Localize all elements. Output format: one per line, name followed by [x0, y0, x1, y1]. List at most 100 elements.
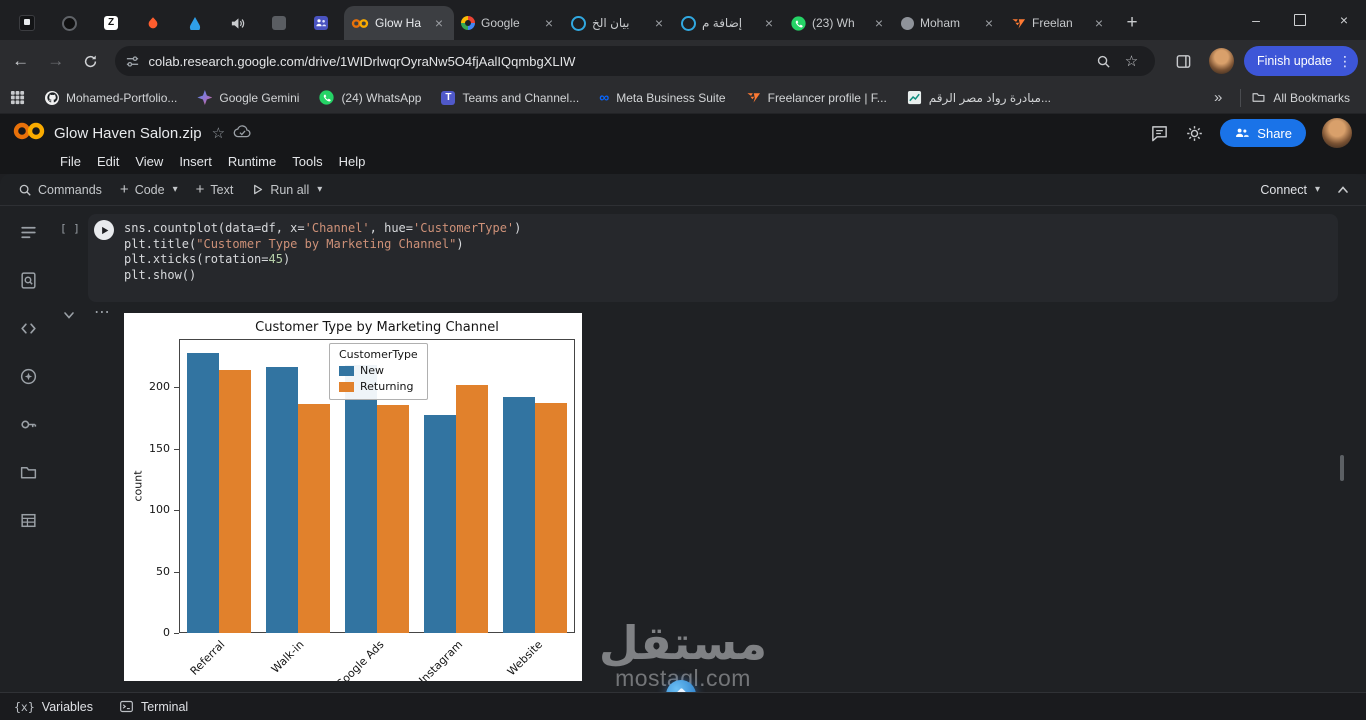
menu-file[interactable]: File: [52, 152, 89, 171]
add-text-button[interactable]: + Text: [196, 181, 234, 198]
code-line[interactable]: plt.show(): [124, 268, 521, 284]
share-button[interactable]: Share: [1220, 119, 1306, 147]
chevron-down-icon[interactable]: ▾: [173, 184, 178, 195]
cloud-saved-icon[interactable]: [233, 123, 252, 143]
close-button[interactable]: ×: [1322, 0, 1366, 40]
tab-inactive[interactable]: Moham×: [894, 6, 1004, 40]
terminal-icon: [119, 699, 134, 714]
tab-inactive[interactable]: إضافة م×: [674, 6, 784, 40]
pinned-tab[interactable]: [48, 6, 90, 40]
tab-close-icon[interactable]: ×: [871, 16, 887, 30]
chevron-down-icon: [62, 308, 76, 322]
comments-button[interactable]: [1150, 124, 1169, 143]
tab-inactive[interactable]: Google×: [454, 6, 564, 40]
sidebar-find-and-replace-button[interactable]: [12, 264, 44, 296]
pinned-tab[interactable]: Z: [90, 6, 132, 40]
pinned-tab[interactable]: [216, 6, 258, 40]
sidebar-code-snippets-button[interactable]: [12, 312, 44, 344]
bookmark-label: Teams and Channel...: [462, 91, 579, 105]
bar-returning-referral: [219, 370, 251, 633]
code-line[interactable]: plt.title("Customer Type by Marketing Ch…: [124, 237, 521, 253]
connect-button[interactable]: Connect ▾: [1260, 183, 1320, 197]
tab-close-icon[interactable]: ×: [981, 16, 997, 30]
chevron-down-icon[interactable]: ▾: [1315, 184, 1320, 195]
bookmark-star-icon[interactable]: ☆: [1117, 47, 1145, 75]
bookmark-label: Freelancer profile | F...: [768, 91, 887, 105]
bookmark-item[interactable]: Freelancer profile | F...: [746, 90, 887, 105]
sidebar-data-table-button[interactable]: [12, 504, 44, 536]
pinned-tab[interactable]: [6, 6, 48, 40]
cell-execution-indicator: [ ]: [60, 222, 80, 235]
bookmark-item[interactable]: ∞Meta Business Suite: [599, 90, 725, 105]
omnibox[interactable]: colab.research.google.com/drive/1WIDrlwq…: [115, 46, 1155, 76]
variables-button[interactable]: {x} Variables: [14, 700, 93, 714]
update-menu-dots-icon[interactable]: ⋮: [1338, 53, 1352, 70]
code-line[interactable]: sns.countplot(data=df, x='Channel', hue=…: [124, 221, 521, 237]
tab-inactive[interactable]: Freelan×: [1004, 6, 1114, 40]
terminal-button[interactable]: Terminal: [119, 699, 188, 714]
menu-tools[interactable]: Tools: [284, 152, 330, 171]
tab-active[interactable]: Glow Ha ×: [344, 6, 454, 40]
scrollbar-thumb[interactable]: [1340, 455, 1344, 481]
settings-button[interactable]: [1185, 124, 1204, 143]
apps-grid-icon[interactable]: [10, 90, 25, 105]
zoom-icon[interactable]: [1089, 47, 1117, 75]
tab-close-icon[interactable]: ×: [651, 16, 667, 30]
back-button[interactable]: ←: [6, 46, 35, 76]
pinned-tab[interactable]: [174, 6, 216, 40]
new-tab-button[interactable]: +: [1118, 9, 1146, 37]
chevron-down-icon[interactable]: ▾: [317, 184, 322, 195]
menu-view[interactable]: View: [127, 152, 171, 171]
commands-button[interactable]: Commands: [18, 183, 102, 197]
run-all-button[interactable]: Run all ▾: [251, 183, 322, 197]
minimize-button[interactable]: –: [1234, 0, 1278, 40]
site-info-icon[interactable]: [125, 54, 140, 69]
sidebar-files-button[interactable]: [12, 456, 44, 488]
star-notebook-icon[interactable]: ☆: [212, 124, 225, 142]
tab-close-icon[interactable]: ×: [431, 16, 447, 30]
bookmarks-overflow-chevron[interactable]: »: [1206, 89, 1230, 106]
menu-edit[interactable]: Edit: [89, 152, 127, 171]
run-cell-button[interactable]: [94, 220, 114, 240]
colab-logo[interactable]: [12, 120, 46, 147]
sidebar-variable-inspector-button[interactable]: [12, 360, 44, 392]
sidebar-secrets-button[interactable]: [12, 408, 44, 440]
collapse-output-button[interactable]: [62, 308, 76, 327]
pinned-tab[interactable]: [300, 6, 342, 40]
notebook-title[interactable]: Glow Haven Salon.zip: [54, 125, 202, 142]
variable-inspector-icon: [19, 367, 38, 386]
all-bookmarks-button[interactable]: All Bookmarks: [1251, 90, 1350, 105]
output-menu-button[interactable]: ⋯: [94, 302, 111, 322]
pinned-tab[interactable]: [132, 6, 174, 40]
sidebar-table-of-contents-button[interactable]: [12, 216, 44, 248]
maximize-button[interactable]: [1278, 0, 1322, 40]
tab-close-icon[interactable]: ×: [1091, 16, 1107, 30]
finish-update-button[interactable]: Finish update ⋮: [1244, 46, 1358, 76]
code-line[interactable]: plt.xticks(rotation=45): [124, 252, 521, 268]
tab-inactive[interactable]: (23) Wh×: [784, 6, 894, 40]
bookmark-item[interactable]: TTeams and Channel...: [441, 91, 579, 105]
bar-new-instagram: [424, 415, 456, 633]
github-favicon-icon: [45, 91, 59, 105]
bookmark-item[interactable]: مبادرة رواد مصر الرقم...: [907, 90, 1051, 105]
menu-insert[interactable]: Insert: [171, 152, 220, 171]
forward-button[interactable]: →: [41, 46, 70, 76]
pinned-tab[interactable]: [258, 6, 300, 40]
tab-close-icon[interactable]: ×: [541, 16, 557, 30]
colab-profile-avatar[interactable]: [1322, 118, 1352, 148]
tab-label: Glow Ha: [375, 16, 425, 30]
side-panel-button[interactable]: [1169, 47, 1196, 75]
tab-close-icon[interactable]: ×: [761, 16, 777, 30]
menu-runtime[interactable]: Runtime: [220, 152, 284, 171]
tab-inactive[interactable]: بيان الخ×: [564, 6, 674, 40]
collapse-header-button[interactable]: [1336, 183, 1350, 197]
colab-header: Glow Haven Salon.zip ☆ Share FileEditVie…: [0, 114, 1366, 174]
refresh-button[interactable]: [76, 46, 105, 76]
menu-help[interactable]: Help: [331, 152, 374, 171]
cell-code[interactable]: sns.countplot(data=df, x='Channel', hue=…: [124, 221, 521, 283]
browser-profile-avatar[interactable]: [1209, 48, 1234, 74]
bookmark-item[interactable]: Mohamed-Portfolio...: [45, 91, 177, 105]
bookmark-item[interactable]: Google Gemini: [197, 90, 299, 105]
bookmark-item[interactable]: (24) WhatsApp: [319, 90, 421, 105]
add-code-button[interactable]: + Code ▾: [120, 181, 178, 198]
